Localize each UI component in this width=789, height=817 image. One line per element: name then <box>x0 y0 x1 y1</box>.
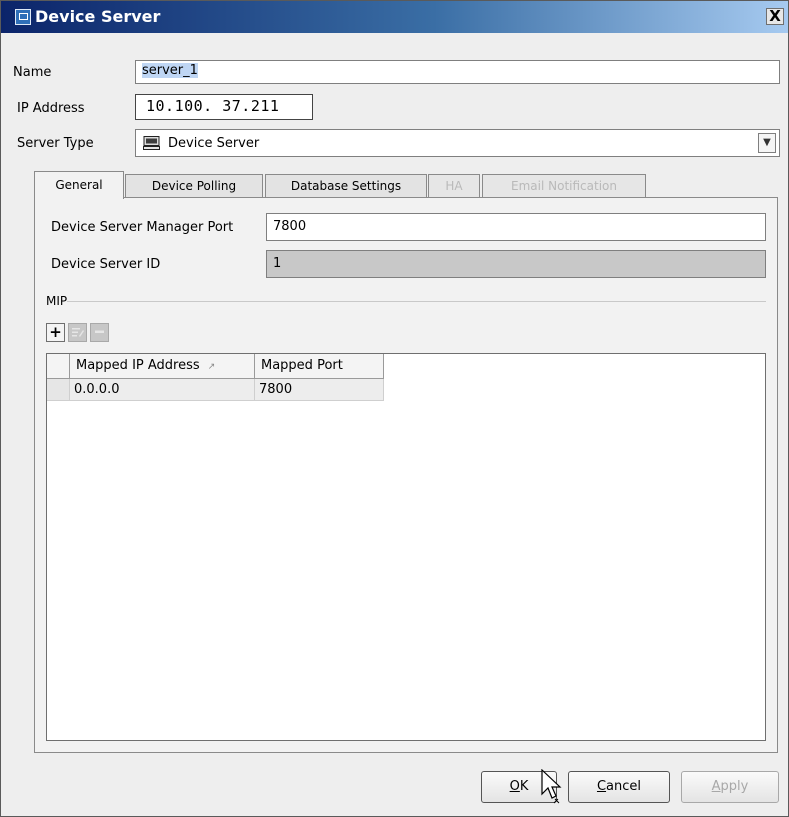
cancel-mnemonic: C <box>596 779 607 794</box>
cancel-button[interactable]: Cancel <box>568 771 670 803</box>
tab-device-polling[interactable]: Device Polling <box>125 174 263 198</box>
apply-button[interactable]: Apply <box>681 771 779 803</box>
mip-table: Mapped IP Address ↗ Mapped Port 0.0.0.0 … <box>46 353 766 741</box>
name-value: server_1 <box>142 63 198 78</box>
minus-icon <box>95 330 104 333</box>
tab-email-notification[interactable]: Email Notification <box>482 174 646 198</box>
tab-database-settings[interactable]: Database Settings <box>265 174 427 198</box>
name-label: Name <box>13 65 52 80</box>
table-cell-mapped-port[interactable]: 7800 <box>255 379 384 401</box>
mip-section-title: MIP <box>46 294 68 308</box>
ip-address-label: IP Address <box>17 101 85 116</box>
name-input[interactable]: server_1 <box>135 60 780 84</box>
add-button[interactable]: + <box>46 323 65 342</box>
window-title: Device Server <box>35 7 161 26</box>
computer-icon <box>143 136 160 150</box>
sort-ascending-icon: ↗ <box>207 362 216 372</box>
tab-general[interactable]: General <box>34 171 124 199</box>
cancel-label: ancel <box>606 779 642 794</box>
column-header-mapped-port[interactable]: Mapped Port <box>255 354 384 379</box>
row-header[interactable] <box>47 379 70 401</box>
close-button[interactable]: X <box>766 8 784 25</box>
row-header-corner <box>47 354 70 379</box>
edit-button[interactable] <box>68 323 87 342</box>
column-label: Mapped IP Address <box>76 358 200 373</box>
chevron-down-icon[interactable]: ▼ <box>758 133 776 153</box>
manager-port-input[interactable]: 7800 <box>266 213 766 241</box>
title-bar: Device Server X <box>1 1 788 33</box>
manager-port-label: Device Server Manager Port <box>51 220 234 235</box>
app-window-icon <box>15 9 31 25</box>
plus-icon: + <box>49 323 62 341</box>
column-header-mapped-ip[interactable]: Mapped IP Address ↗ <box>70 354 255 379</box>
mouse-pointer-icon <box>541 769 562 804</box>
mip-divider <box>67 301 766 302</box>
server-type-select[interactable]: Device Server ▼ <box>135 129 780 157</box>
server-id-input: 1 <box>266 250 766 278</box>
ip-address-input[interactable]: 10.100. 37.211 <box>135 94 313 120</box>
device-server-dialog: Device Server X Name server_1 IP Address… <box>0 0 789 817</box>
remove-button[interactable] <box>90 323 109 342</box>
ok-label: K <box>519 779 529 794</box>
server-id-label: Device Server ID <box>51 257 161 272</box>
apply-mnemonic: A <box>711 779 721 794</box>
tab-ha[interactable]: HA <box>428 174 480 198</box>
table-cell-mapped-ip[interactable]: 0.0.0.0 <box>70 379 255 401</box>
apply-label: pply <box>720 779 749 794</box>
ok-mnemonic: O <box>509 779 520 794</box>
server-type-label: Server Type <box>17 136 94 151</box>
server-type-value: Device Server <box>168 136 260 151</box>
edit-icon <box>72 328 84 337</box>
